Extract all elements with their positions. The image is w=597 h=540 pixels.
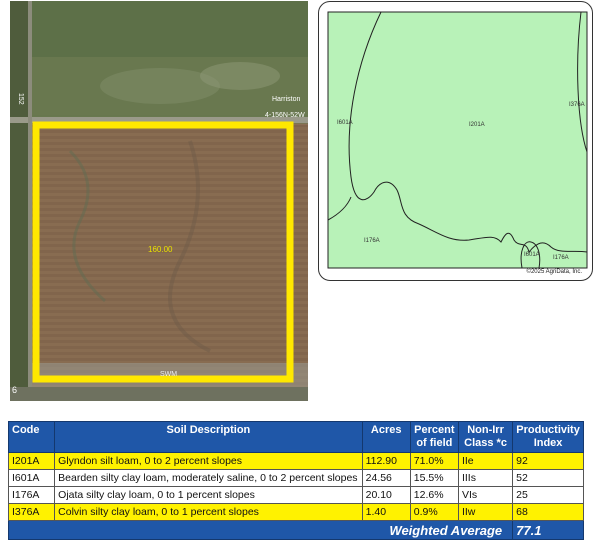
header-code: Code <box>7 421 56 453</box>
cell-code: I176A <box>7 486 56 504</box>
cell-percent: 12.6% <box>409 486 459 504</box>
cell-pi: 92 <box>512 452 584 470</box>
soil-unit-label: I376A <box>569 102 585 108</box>
field-acres-label: 160.00 <box>148 245 173 254</box>
cell-acres: 20.10 <box>361 486 411 504</box>
header-pi-line1: Productivity <box>516 424 580 436</box>
soil-unit-label: I601A <box>337 120 353 126</box>
road-label: Harriston <box>272 96 301 103</box>
table-row: I376A Colvin silty clay loam, 0 to 1 per… <box>7 503 584 521</box>
cell-percent: 0.9% <box>409 503 459 521</box>
soil-polygons <box>327 11 588 269</box>
cell-pi: 68 <box>512 503 584 521</box>
cell-pi: 52 <box>512 469 584 487</box>
header-class-line1: Non-Irr <box>467 424 504 436</box>
cell-description: Glyndon silt loam, 0 to 2 percent slopes <box>54 452 363 470</box>
table-header-row: Code Soil Description Acres Percent of f… <box>7 421 584 453</box>
soil-unit-label: I176A <box>364 238 380 244</box>
cell-code: I601A <box>7 469 56 487</box>
header-acres: Acres <box>361 421 411 453</box>
header-pi-line2: Index <box>533 437 563 449</box>
aerial-imagery <box>10 1 308 401</box>
soil-unit-label: I176A <box>553 255 569 261</box>
header-class-line2: Class *c <box>464 437 507 449</box>
side-road-number: 152 <box>17 93 24 105</box>
header-percent: Percent of field <box>409 421 459 453</box>
table-row: I201A Glyndon silt loam, 0 to 2 percent … <box>7 452 584 470</box>
cell-description: Bearden silty clay loam, moderately sali… <box>54 469 363 487</box>
cell-code: I376A <box>7 503 56 521</box>
section-label: 4-156N-52W <box>265 112 305 119</box>
soil-table: Code Soil Description Acres Percent of f… <box>7 421 584 540</box>
cell-pi: 25 <box>512 486 584 504</box>
cell-class: IIe <box>457 452 514 470</box>
header-class: Non-Irr Class *c <box>457 421 514 453</box>
header-percent-line1: Percent <box>414 424 455 436</box>
cell-class: IIw <box>457 503 514 521</box>
header-productivity: Productivity Index <box>512 421 584 453</box>
cell-description: Colvin silty clay loam, 0 to 1 percent s… <box>54 503 363 521</box>
cell-code: I201A <box>7 452 56 470</box>
cell-class: IIIs <box>457 469 514 487</box>
corner-number: 6 <box>12 385 18 395</box>
soil-unit-label: I601A <box>524 252 540 258</box>
bottom-label: SWM <box>160 371 178 378</box>
table-row: I601A Bearden silty clay loam, moderatel… <box>7 469 584 487</box>
soil-map: I601A I201A I376A I176A I601A I176A ©202… <box>318 1 593 281</box>
cell-percent: 15.5% <box>409 469 459 487</box>
map-copyright: ©2025 AgriData, Inc. <box>526 269 582 275</box>
header-description: Soil Description <box>54 421 363 453</box>
cell-class: VIs <box>457 486 514 504</box>
header-percent-line2: of field <box>416 437 453 449</box>
cell-percent: 71.0% <box>409 452 459 470</box>
cell-acres: 1.40 <box>361 503 411 521</box>
table-row: I176A Ojata silty clay loam, 0 to 1 perc… <box>7 486 584 504</box>
cell-acres: 24.56 <box>361 469 411 487</box>
aerial-photo: Harriston 4-156N-52W 152 160.00 SWM 6 <box>10 1 308 401</box>
cell-acres: 112.90 <box>361 452 411 470</box>
soil-unit-label: I201A <box>469 122 485 128</box>
cell-description: Ojata silty clay loam, 0 to 1 percent sl… <box>54 486 363 504</box>
